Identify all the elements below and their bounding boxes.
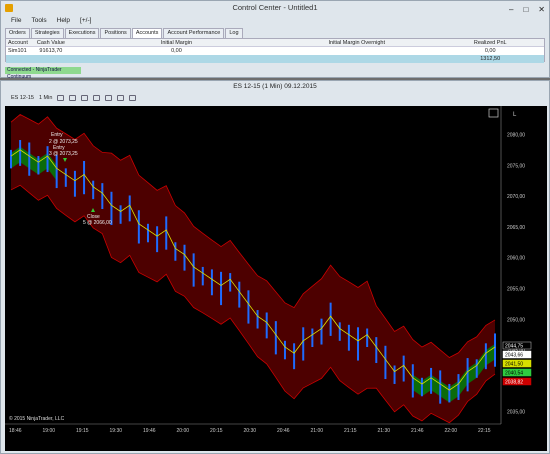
tab-strategies[interactable]: Strategies [30, 28, 64, 38]
connection-status: Connected - NinjaTrader Continuum [5, 67, 81, 80]
menu-bar: File Tools Help [+/-] [1, 15, 549, 26]
price-tick-label: 2060,00 [507, 256, 525, 262]
instrument-selector[interactable]: ES 12-15 [11, 95, 34, 101]
total-row: 1312,50 [6, 55, 544, 63]
time-tick-label: 21:00 [311, 428, 324, 434]
time-tick-label: 19:15 [76, 428, 89, 434]
minimize-button[interactable]: – [509, 3, 513, 17]
chart-window: ES 12-15 (1 Min) 09.12.2015 ES 12-15 1 M… [0, 80, 550, 454]
col-realized-pnl[interactable]: Realized PnL [436, 39, 544, 46]
total-realized-pnl: 1312,50 [480, 56, 501, 62]
price-tick-label: 2055,00 [507, 286, 525, 292]
tab-log[interactable]: Log [225, 28, 243, 38]
channel-fill [11, 114, 495, 423]
tab-orders[interactable]: Orders [5, 28, 30, 38]
tab-strip: Orders Strategies Executions Positions A… [1, 28, 549, 38]
price-tick-label: 2035,00 [507, 410, 525, 416]
price-badge-label: 2041,50 [505, 362, 523, 368]
control-center-titlebar: Control Center - Untitled1 – □ ✕ [1, 1, 549, 15]
time-tick-label: 21:46 [411, 428, 424, 434]
time-tick-label: 19:30 [110, 428, 123, 434]
price-tick-label: 2070,00 [507, 194, 525, 200]
close-button[interactable]: ✕ [538, 3, 545, 17]
control-center-window: Control Center - Untitled1 – □ ✕ File To… [0, 0, 550, 80]
crosshair-icon[interactable] [81, 95, 89, 101]
tab-account-performance[interactable]: Account Performance [163, 28, 225, 38]
menu-toggle[interactable]: [+/-] [80, 15, 91, 26]
strategy-icon[interactable] [117, 95, 125, 101]
trade-annotation: 5 @ 2066,00 [83, 220, 112, 226]
price-tick-label: 2050,00 [507, 317, 525, 323]
trade-annotation: 3 @ 2073,25 [49, 151, 78, 157]
maximize-button[interactable]: □ [523, 3, 528, 17]
price-badge-label: 2044,75 [505, 344, 523, 350]
grid-header: Account Cash Value Initial Margin Initia… [6, 39, 544, 47]
col-cash-value[interactable]: Cash Value [26, 39, 76, 46]
price-badge-label: 2040,54 [505, 371, 523, 377]
menu-help[interactable]: Help [57, 15, 70, 26]
bar-type-icon[interactable] [93, 95, 101, 101]
time-tick-label: 20:15 [210, 428, 223, 434]
price-tick-label: 2080,00 [507, 132, 525, 138]
menu-file[interactable]: File [11, 15, 21, 26]
price-chart[interactable]: 2080,00 2075,00 2070,00 2065,00 2060,00 2055,… [5, 106, 547, 451]
time-tick-label: 18:46 [9, 428, 22, 434]
control-center-title: Control Center - Untitled1 [232, 3, 318, 12]
tab-accounts[interactable]: Accounts [131, 28, 163, 38]
col-initial-margin[interactable]: Initial Margin [76, 39, 277, 46]
chart-canvas: 2080,00 2075,00 2070,00 2065,00 2060,00 2055,… [5, 106, 532, 434]
interval-selector[interactable]: 1 Min [39, 95, 52, 101]
window-buttons: – □ ✕ [509, 3, 545, 17]
indicator-icon[interactable] [105, 95, 113, 101]
time-tick-label: 20:46 [277, 428, 290, 434]
time-tick-label: 20:00 [177, 428, 190, 434]
time-tick-label: 20:30 [244, 428, 257, 434]
cell-initial-margin-overnight [277, 47, 436, 55]
chart-toolbar: ES 12-15 1 Min [1, 93, 549, 103]
chart-title: ES 12-15 (1 Min) 09.12.2015 [233, 83, 317, 90]
tab-executions[interactable]: Executions [64, 28, 100, 38]
accounts-grid: Account Cash Value Initial Margin Initia… [5, 38, 545, 63]
time-tick-label: 19:00 [43, 428, 56, 434]
time-tick-label: 22:00 [445, 428, 458, 434]
l-button[interactable]: L [513, 112, 517, 118]
price-badge-label: 2043,66 [505, 353, 523, 359]
trade-annotation: Entry [51, 132, 63, 138]
cell-initial-margin: 0,00 [171, 48, 182, 54]
time-tick-label: 19:46 [143, 428, 156, 434]
time-tick-label: 22:15 [478, 428, 491, 434]
menu-tools[interactable]: Tools [31, 15, 46, 26]
play-icon[interactable] [488, 108, 499, 118]
price-badge-label: 2038,82 [505, 380, 523, 386]
cell-cash-value: 91613,70 [39, 48, 63, 54]
cell-account: Sim101 [8, 48, 27, 54]
price-tick-label: 2065,00 [507, 225, 525, 231]
col-initial-margin-overnight[interactable]: Initial Margin Overnight [277, 39, 436, 46]
ninjatrader-icon [5, 4, 13, 12]
cell-realized-pnl: 0,00 [484, 48, 496, 54]
tab-positions[interactable]: Positions [100, 28, 131, 38]
pencil-icon[interactable] [69, 95, 77, 101]
price-tick-label: 2075,00 [507, 163, 525, 169]
chart-titlebar: ES 12-15 (1 Min) 09.12.2015 [1, 81, 549, 93]
zoom-icon[interactable] [57, 95, 65, 101]
time-tick-label: 21:15 [344, 428, 357, 434]
properties-icon[interactable] [129, 95, 137, 101]
time-tick-label: 21:30 [378, 428, 391, 434]
col-account[interactable]: Account [6, 39, 28, 46]
copyright-text: © 2015 NinjaTrader, LLC [9, 415, 65, 422]
table-row[interactable]: Sim101 91613,70 0,00 0,00 [6, 47, 544, 55]
